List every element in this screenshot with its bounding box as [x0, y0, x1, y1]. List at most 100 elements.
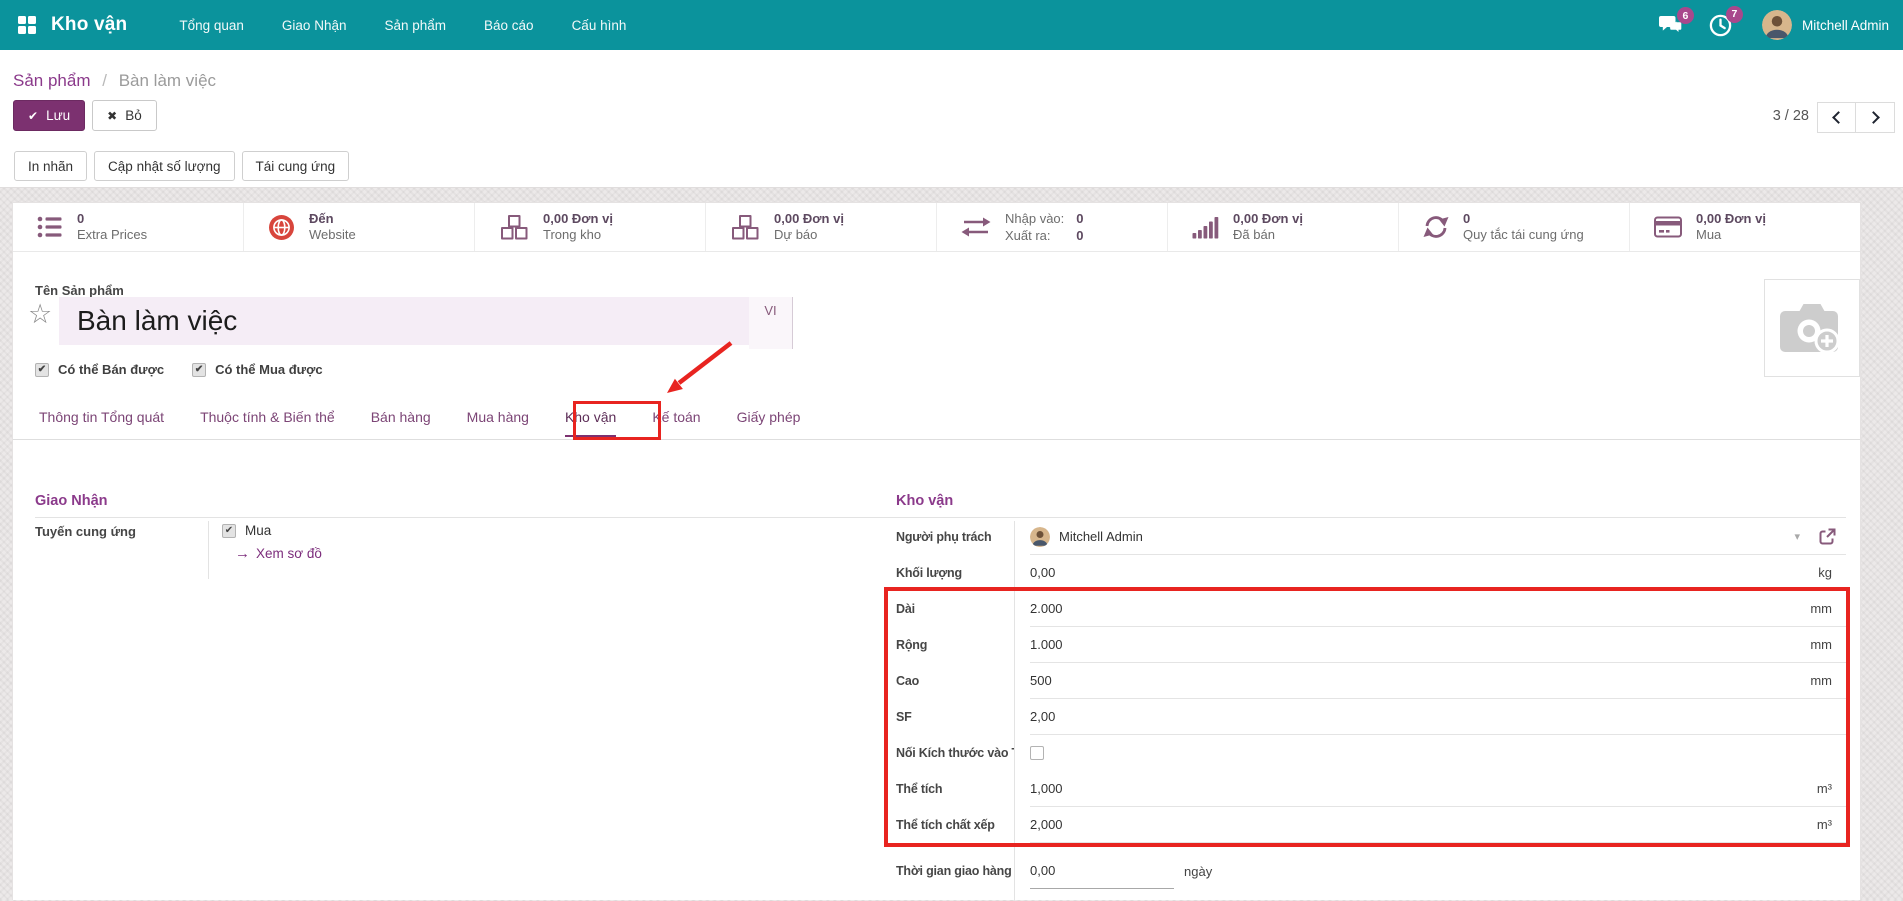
stat-sold[interactable]: 0,00 Đơn vịĐã bán — [1168, 203, 1399, 251]
routes-label: Tuyến cung ứng — [35, 521, 208, 579]
right-arrow-icon: → — [235, 546, 250, 561]
breadcrumb-separator: / — [102, 71, 107, 90]
bar-chart-icon — [1192, 216, 1219, 239]
menu-overview[interactable]: Tổng quan — [177, 14, 246, 37]
globe-icon — [268, 214, 295, 241]
routes-field-row: Tuyến cung ứng ✔ Mua → Xem sơ đồ — [35, 521, 765, 579]
form-sheet: 0Extra Prices ĐếnWebsite 0,00 — [12, 202, 1861, 900]
tab-general-information[interactable]: Thông tin Tổng quát — [39, 409, 164, 437]
volume-input[interactable]: 1,000 m³ — [1030, 771, 1846, 807]
tab-licenses[interactable]: Giấy phép — [737, 409, 801, 437]
language-tag[interactable]: VI — [749, 297, 793, 349]
caret-down-icon[interactable]: ▾ — [1794, 530, 1800, 543]
user-avatar[interactable] — [1762, 10, 1792, 40]
breadcrumb-current: Bàn làm việc — [119, 71, 216, 90]
length-input[interactable]: 2.000 mm — [1030, 591, 1846, 627]
external-link-icon[interactable] — [1818, 528, 1836, 546]
camera-plus-icon — [1779, 300, 1845, 356]
app-name[interactable]: Kho vận — [51, 14, 127, 36]
chevron-right-icon — [1867, 111, 1880, 124]
responsible-field-row: Người phụ trách Mitchell Admin ▾ — [896, 519, 1846, 555]
notebook-tabs: Thông tin Tổng quát Thuộc tính & Biến th… — [39, 409, 800, 437]
volume-field-row: Thể tích 1,000 m³ — [896, 771, 1846, 807]
checkbox-checked-icon[interactable]: ✔ — [192, 363, 206, 377]
tab-accounting[interactable]: Kế toán — [652, 409, 700, 437]
pager-previous-button[interactable] — [1817, 102, 1856, 133]
close-icon: ✖ — [107, 109, 117, 123]
print-labels-button[interactable]: In nhãn — [14, 151, 87, 181]
form-buttons: ✔ Lưu ✖ Bỏ — [13, 100, 157, 131]
transfer-arrows-icon — [961, 214, 991, 240]
discard-button[interactable]: ✖ Bỏ — [92, 100, 157, 131]
view-diagram-link[interactable]: → Xem sơ đồ — [235, 546, 322, 561]
messages-icon[interactable]: 6 — [1659, 15, 1683, 35]
menu-reporting[interactable]: Báo cáo — [482, 14, 536, 37]
menu-configuration[interactable]: Cấu hình — [570, 14, 629, 37]
logistics-fields: Người phụ trách Mitchell Admin ▾ — [896, 519, 1846, 889]
breadcrumb: Sản phẩm / Bàn làm việc — [13, 71, 216, 91]
sf-field-row: SF 2,00 — [896, 699, 1846, 735]
height-field-row: Cao 500 mm — [896, 663, 1846, 699]
menu-products[interactable]: Sản phẩm — [382, 14, 448, 37]
pager-next-button[interactable] — [1856, 102, 1895, 133]
product-image-upload[interactable] — [1764, 279, 1860, 377]
breadcrumb-products-link[interactable]: Sản phẩm — [13, 71, 91, 90]
responsible-input[interactable]: Mitchell Admin ▾ — [1030, 519, 1846, 555]
tabs-divider — [13, 439, 1860, 440]
operations-group-title: Giao Nhận — [35, 493, 919, 518]
stat-purchased[interactable]: 0,00 Đơn vịMua — [1630, 203, 1860, 251]
width-field-row: Rộng 1.000 mm — [896, 627, 1846, 663]
user-name[interactable]: Mitchell Admin — [1802, 18, 1889, 33]
stat-in-out[interactable]: Nhập vào:0 Xuất ra:0 — [937, 203, 1168, 251]
stat-on-hand[interactable]: 0,00 Đơn vịTrong kho — [475, 203, 706, 251]
stat-button-row: 0Extra Prices ĐếnWebsite 0,00 — [13, 203, 1860, 252]
check-icon: ✔ — [28, 109, 38, 123]
main-menu: Tổng quan Giao Nhận Sản phẩm Báo cáo Cấu… — [177, 14, 628, 37]
menu-operations[interactable]: Giao Nhận — [280, 14, 349, 37]
favorite-star-icon[interactable]: ☆ — [28, 301, 52, 328]
pager — [1817, 102, 1895, 133]
navbar-right: 6 7 Mitchell Admin — [1633, 10, 1889, 40]
delivery-lead-time-value: 0,00 ngày — [1030, 853, 1846, 889]
tab-attributes-variants[interactable]: Thuộc tính & Biến thể — [200, 409, 335, 437]
sf-input[interactable]: 2,00 — [1030, 699, 1846, 735]
logistics-group-title: Kho vận — [896, 493, 1846, 518]
product-name-input[interactable]: Bàn làm việc — [59, 297, 749, 345]
activities-badge: 7 — [1726, 6, 1743, 23]
append-dimensions-value — [1030, 735, 1846, 771]
checkbox-unchecked-icon[interactable] — [1030, 746, 1044, 760]
stat-go-to-website[interactable]: ĐếnWebsite — [244, 203, 475, 251]
tab-inventory[interactable]: Kho vận — [565, 409, 616, 437]
width-input[interactable]: 1.000 mm — [1030, 627, 1846, 663]
weight-field-row: Khối lượng 0,00 kg — [896, 555, 1846, 591]
product-type-checkboxes: ✔ Có thể Bán được ✔ Có thể Mua được — [35, 362, 323, 377]
height-input[interactable]: 500 mm — [1030, 663, 1846, 699]
update-quantity-button[interactable]: Cập nhật số lượng — [94, 151, 234, 181]
stowage-volume-field-row: Thể tích chất xếp 2,000 m³ — [896, 807, 1846, 843]
save-button[interactable]: ✔ Lưu — [13, 100, 85, 131]
refresh-icon — [1423, 214, 1449, 240]
tab-purchase[interactable]: Mua hàng — [467, 409, 529, 437]
responsible-avatar — [1030, 527, 1050, 547]
tab-sales[interactable]: Bán hàng — [371, 409, 431, 437]
route-buy-checkbox[interactable]: ✔ Mua — [222, 523, 322, 538]
routes-value: ✔ Mua → Xem sơ đồ — [208, 521, 322, 579]
stat-extra-prices[interactable]: 0Extra Prices — [13, 203, 244, 251]
checkbox-checked-icon[interactable]: ✔ — [35, 363, 49, 377]
stat-forecasted[interactable]: 0,00 Đơn vịDự báo — [706, 203, 937, 251]
can-sell-checkbox[interactable]: ✔ Có thể Bán được — [35, 362, 164, 377]
messages-badge: 6 — [1677, 7, 1694, 24]
activities-icon[interactable]: 7 — [1709, 14, 1732, 37]
can-buy-checkbox[interactable]: ✔ Có thể Mua được — [192, 362, 323, 377]
apps-menu-icon[interactable] — [18, 16, 36, 34]
delivery-lead-time-input[interactable]: 0,00 — [1030, 853, 1174, 889]
weight-input[interactable]: 0,00 kg — [1030, 555, 1846, 591]
length-field-row: Dài 2.000 mm — [896, 591, 1846, 627]
chevron-left-icon — [1832, 111, 1845, 124]
checkbox-checked-icon[interactable]: ✔ — [222, 524, 236, 538]
replenish-button[interactable]: Tái cung ứng — [242, 151, 350, 181]
stat-reordering-rules[interactable]: 0Quy tắc tái cung ứng — [1399, 203, 1630, 251]
stowage-volume-input[interactable]: 2,000 m³ — [1030, 807, 1846, 843]
action-buttons: In nhãn Cập nhật số lượng Tái cung ứng — [14, 151, 349, 181]
top-navbar: Kho vận Tổng quan Giao Nhận Sản phẩm Báo… — [0, 0, 1903, 50]
